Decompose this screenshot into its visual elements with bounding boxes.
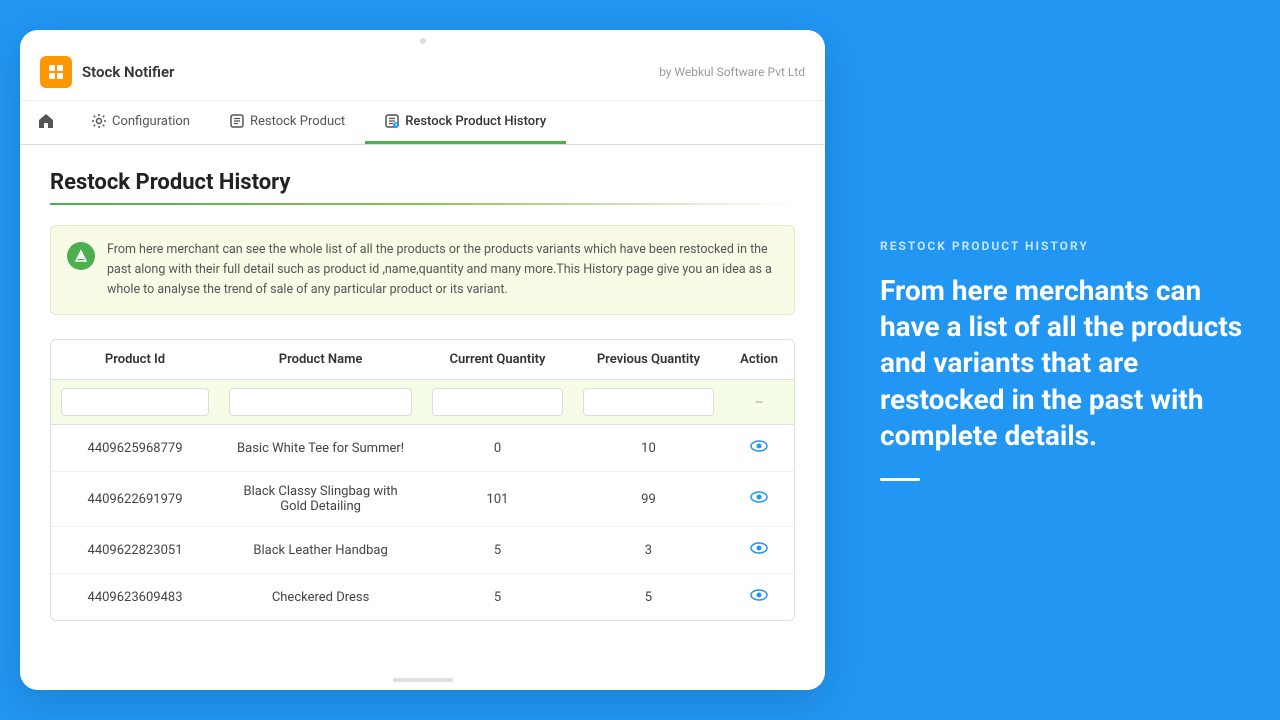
table-row: 4409622691979 Black Classy Slingbag with…: [51, 472, 794, 527]
view-icon[interactable]: [750, 440, 768, 459]
app-icon: [40, 56, 72, 88]
filter-product-id[interactable]: [51, 380, 219, 425]
scroll-bar: [393, 678, 453, 682]
history-table: Product Id Product Name Current Quantity…: [51, 340, 794, 620]
table-wrapper: Product Id Product Name Current Quantity…: [50, 339, 795, 621]
main-card: Stock Notifier by Webkul Software Pvt Lt…: [20, 30, 825, 690]
left-panel: Stock Notifier by Webkul Software Pvt Lt…: [0, 0, 845, 720]
cell-previous-qty: 5: [573, 574, 724, 621]
table-row: 4409625968779 Basic White Tee for Summer…: [51, 425, 794, 472]
filter-action-placeholder: --: [724, 380, 794, 425]
table-header-row: Product Id Product Name Current Quantity…: [51, 340, 794, 380]
table-row: 4409623609483 Checkered Dress 5 5: [51, 574, 794, 621]
app-title: Stock Notifier: [82, 63, 174, 81]
app-by: by Webkul Software Pvt Ltd: [659, 65, 805, 79]
page-title: Restock Product History: [50, 170, 795, 195]
cell-current-qty: 5: [422, 574, 573, 621]
cell-previous-qty: 3: [573, 527, 724, 574]
cell-action[interactable]: [724, 574, 794, 621]
info-text: From here merchant can see the whole lis…: [107, 240, 778, 300]
right-panel: RESTOCK PRODUCT HISTORY From here mercha…: [845, 0, 1280, 720]
nav-configuration[interactable]: Configuration: [72, 101, 210, 144]
nav-configuration-label: Configuration: [112, 114, 190, 129]
filter-current-qty[interactable]: [422, 380, 573, 425]
cell-action[interactable]: [724, 527, 794, 574]
filter-product-name[interactable]: [219, 380, 422, 425]
cell-action[interactable]: [724, 472, 794, 527]
top-bar: Stock Notifier by Webkul Software Pvt Lt…: [20, 44, 825, 101]
view-icon[interactable]: [750, 491, 768, 510]
table-body: 4409625968779 Basic White Tee for Summer…: [51, 425, 794, 621]
col-current-qty: Current Quantity: [422, 340, 573, 380]
cell-product-name: Black Classy Slingbag with Gold Detailin…: [219, 472, 422, 527]
col-previous-qty: Previous Quantity: [573, 340, 724, 380]
table-row: 4409622823051 Black Leather Handbag 5 3: [51, 527, 794, 574]
filter-previous-qty-input[interactable]: [583, 388, 714, 416]
title-underline: [50, 203, 795, 205]
view-icon[interactable]: [750, 589, 768, 608]
right-description: From here merchants can have a list of a…: [880, 273, 1245, 455]
top-bar-left: Stock Notifier: [40, 56, 174, 88]
right-label: RESTOCK PRODUCT HISTORY: [880, 239, 1245, 253]
col-product-id: Product Id: [51, 340, 219, 380]
cell-action[interactable]: [724, 425, 794, 472]
cell-current-qty: 0: [422, 425, 573, 472]
cell-product-name: Basic White Tee for Summer!: [219, 425, 422, 472]
filter-product-name-input[interactable]: [229, 388, 412, 416]
info-icon: [67, 242, 95, 270]
cell-product-id: 4409622691979: [51, 472, 219, 527]
filter-current-qty-input[interactable]: [432, 388, 563, 416]
cell-product-name: Black Leather Handbag: [219, 527, 422, 574]
filter-product-id-input[interactable]: [61, 388, 209, 416]
cell-previous-qty: 99: [573, 472, 724, 527]
card-bottom: [20, 670, 825, 690]
nav-bar: Configuration Restock Product: [20, 101, 825, 145]
content-area: Restock Product History From here mercha…: [20, 145, 825, 670]
cell-previous-qty: 10: [573, 425, 724, 472]
nav-restock-history-label: Restock Product History: [405, 114, 546, 129]
nav-restock-product-label: Restock Product: [250, 114, 345, 129]
cell-product-name: Checkered Dress: [219, 574, 422, 621]
nav-home[interactable]: [20, 101, 72, 144]
cell-current-qty: 5: [422, 527, 573, 574]
filter-previous-qty[interactable]: [573, 380, 724, 425]
view-icon[interactable]: [750, 542, 768, 561]
col-product-name: Product Name: [219, 340, 422, 380]
nav-restock-history[interactable]: Restock Product History: [365, 101, 566, 144]
cell-product-id: 4409625968779: [51, 425, 219, 472]
cell-product-id: 4409623609483: [51, 574, 219, 621]
nav-restock-product[interactable]: Restock Product: [210, 101, 365, 144]
filter-row: --: [51, 380, 794, 425]
col-action: Action: [724, 340, 794, 380]
cell-product-id: 4409622823051: [51, 527, 219, 574]
cell-current-qty: 101: [422, 472, 573, 527]
info-box: From here merchant can see the whole lis…: [50, 225, 795, 315]
card-dots: [20, 30, 825, 44]
right-divider: [880, 478, 920, 481]
